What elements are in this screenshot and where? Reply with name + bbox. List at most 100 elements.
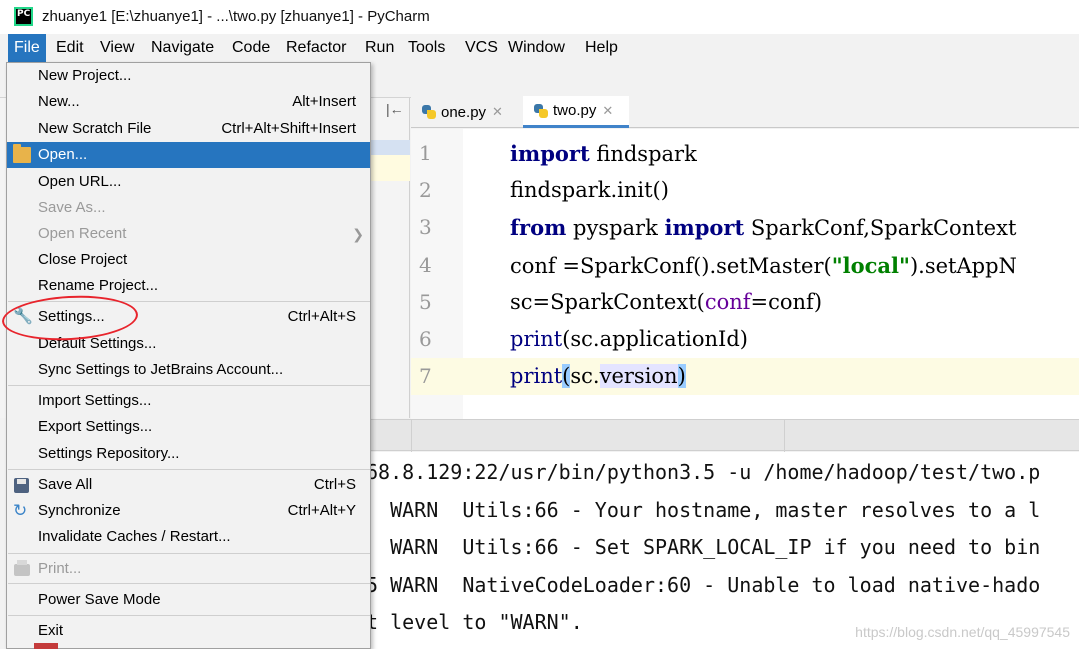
menu-item-open-recent[interactable]: Open Recent ❯ [7,221,370,247]
console-line: WARN Utils:66 - Set SPARK_LOCAL_IP if yo… [370,535,1041,559]
menu-window[interactable]: Window [508,34,565,62]
menu-file[interactable]: File [8,34,46,62]
menu-item-open-url[interactable]: Open URL... [7,169,370,195]
builtin-function: print [510,364,563,388]
menu-item-close-project[interactable]: Close Project [7,247,370,273]
menu-tools[interactable]: Tools [408,34,445,62]
menu-separator [8,553,370,554]
title-bar: PC zhuanye1 [E:\zhuanye1] - ...\two.py [… [0,0,1079,34]
menu-separator [8,583,370,584]
code-line: 3 from pyspark import SparkConf,SparkCon… [411,209,1079,246]
code-line: 6 print(sc.applicationId) [411,321,1079,358]
line-number: 4 [419,253,432,277]
menu-edit[interactable]: Edit [56,34,84,62]
menu-item-settings-repository[interactable]: Settings Repository... [7,441,370,467]
menu-item-export-settings[interactable]: Export Settings... [7,414,370,440]
menu-separator [8,615,370,616]
line-number: 1 [419,141,432,165]
file-menu-dropdown: New Project... New... Alt+Insert New Scra… [6,62,371,649]
menu-item-sync-settings[interactable]: Sync Settings to JetBrains Account... [7,357,370,383]
close-icon[interactable]: ✕ [492,104,503,120]
console-line: WARN Utils:66 - Your hostname, master re… [370,498,1041,522]
keyword: from [510,215,567,240]
shortcut: Ctrl+Alt+Y [287,502,356,519]
menu-run[interactable]: Run [365,34,394,62]
matched-paren: ) [677,364,686,388]
code-text: pyspark [566,216,665,240]
panel-divider [370,419,1079,452]
menu-item-new-project[interactable]: New Project... [7,63,370,89]
code-line: 1 import findspark [411,135,1079,172]
keyword: import [510,141,590,166]
code-line: 5 sc=SparkContext(conf=conf) [411,284,1079,321]
menu-view[interactable]: View [100,34,134,62]
tab-label: one.py [441,103,487,121]
code-editor[interactable]: 1 import findspark 2 findspark.init() 3 … [411,129,1079,419]
line-number: 3 [419,215,432,239]
menu-item-print[interactable]: Print... [7,556,370,582]
project-tree-current-row [370,155,410,181]
menu-item-rename-project[interactable]: Rename Project... [7,273,370,299]
shortcut: Ctrl+S [313,476,356,493]
menu-separator [8,385,370,386]
menu-item-new[interactable]: New... Alt+Insert [7,89,370,115]
code-text: =conf) [750,290,823,314]
line-number: 6 [419,327,432,351]
menu-vcs[interactable]: VCS [465,34,498,62]
menu-item-new-scratch-file[interactable]: New Scratch File Ctrl+Alt+Shift+Insert [7,116,370,142]
code-text: sc. [570,364,600,388]
line-number: 5 [419,290,432,314]
code-text: findspark [589,142,697,166]
python-file-icon [421,104,437,120]
line-number: 7 [419,364,432,388]
code-line-current: 7 print(sc.version) [411,358,1079,395]
tab-one-py[interactable]: one.py ✕ [411,96,519,128]
code-text: SparkConf,SparkContext [744,216,1017,240]
code-line: 4 conf =SparkConf().setMaster("local").s… [411,247,1079,284]
close-icon[interactable]: ✕ [602,103,613,119]
console-line: t level to "WARN". [370,610,583,634]
window-title: zhuanye1 [E:\zhuanye1] - ...\two.py [zhu… [42,8,430,25]
pycharm-logo-icon: PC [14,7,33,26]
folder-open-icon [13,144,31,163]
menu-help[interactable]: Help [585,34,618,62]
menu-refactor[interactable]: Refactor [286,34,346,62]
menu-item-exit[interactable]: Exit [7,618,370,644]
param-name: conf [704,290,751,314]
menu-item-open[interactable]: Open... [7,142,370,168]
menu-item-invalidate-caches[interactable]: Invalidate Caches / Restart... [7,524,370,550]
menu-item-power-save-mode[interactable]: Power Save Mode [7,587,370,613]
python-file-icon [533,103,549,119]
tab-label: two.py [553,102,597,119]
shortcut: Ctrl+Alt+S [287,308,356,325]
keyword: import [664,215,745,240]
console-line: 5 WARN NativeCodeLoader:60 - Unable to l… [370,573,1041,597]
console-line: 68.8.129:22/usr/bin/python3.5 -u /home/h… [370,460,1041,484]
printer-icon [14,560,30,576]
menu-item-synchronize[interactable]: ↻ Synchronize Ctrl+Alt+Y [7,498,370,524]
chevron-right-icon: ❯ [352,226,364,242]
string-literal: "local" [831,253,910,278]
code-text: sc=SparkContext( [510,290,705,314]
menu-item-import-settings[interactable]: Import Settings... [7,388,370,414]
code-line: 2 findspark.init() [411,172,1079,209]
code-text: (sc.applicationId) [562,327,748,351]
builtin-function: print [510,327,563,351]
code-text: findspark.init() [510,178,669,202]
line-number: 2 [419,178,432,202]
menu-bar: File Edit View Navigate Code Refactor Ru… [0,34,1079,62]
menu-navigate[interactable]: Navigate [151,34,214,62]
shortcut: Ctrl+Alt+Shift+Insert [221,120,356,137]
collapse-panel-icon[interactable]: |← [386,101,404,117]
menu-item-save-all[interactable]: Save All Ctrl+S [7,472,370,498]
menu-separator [8,469,370,470]
menu-code[interactable]: Code [232,34,270,62]
highlighted-identifier: version [599,364,678,388]
tab-two-py[interactable]: two.py ✕ [523,96,629,128]
shortcut: Alt+Insert [292,93,356,110]
status-strip [34,643,58,649]
menu-item-save-as[interactable]: Save As... [7,195,370,221]
run-console[interactable]: 68.8.129:22/usr/bin/python3.5 -u /home/h… [370,452,1079,649]
code-text: ).setAppN [909,254,1017,278]
watermark: https://blog.csdn.net/qq_45997545 [855,624,1070,640]
